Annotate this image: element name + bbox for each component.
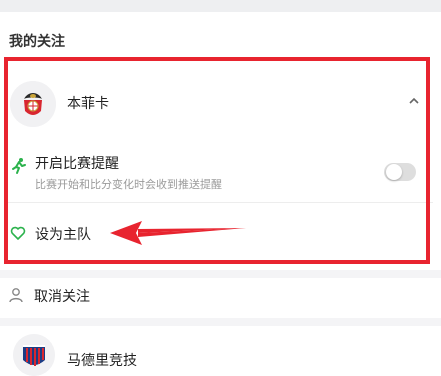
unfollow-row[interactable]: 取消关注 <box>0 278 441 318</box>
team-logo <box>10 81 56 127</box>
atletico-madrid-crest-icon <box>13 334 55 376</box>
reminder-title: 开启比赛提醒 <box>35 155 119 171</box>
section-title: 我的关注 <box>9 33 65 49</box>
next-team-name: 马德里竞技 <box>67 352 137 368</box>
reminder-description: 比赛开始和比分变化时会收到推送提醒 <box>35 179 222 191</box>
reminder-toggle[interactable] <box>384 163 416 181</box>
annotation-arrow-icon <box>110 221 246 245</box>
section-gap <box>0 270 441 278</box>
section-gap <box>0 318 441 326</box>
team-header-row[interactable]: 本菲卡 <box>0 56 441 144</box>
match-reminder-row: 开启比赛提醒 比赛开始和比分变化时会收到推送提醒 <box>0 144 441 204</box>
toggle-knob <box>386 164 402 180</box>
chevron-up-icon[interactable] <box>407 94 421 108</box>
next-team-logo <box>13 334 55 376</box>
top-gray-bar <box>0 0 441 12</box>
row-divider <box>8 202 433 203</box>
heart-outline-icon <box>10 226 26 240</box>
next-team-row[interactable]: 马德里竞技 <box>0 326 441 376</box>
benfica-crest-icon <box>10 81 56 127</box>
team-name: 本菲卡 <box>67 95 109 111</box>
unfollow-label: 取消关注 <box>34 288 90 304</box>
user-icon <box>9 288 23 303</box>
runner-icon <box>12 158 26 174</box>
set-home-team-label: 设为主队 <box>35 226 91 242</box>
